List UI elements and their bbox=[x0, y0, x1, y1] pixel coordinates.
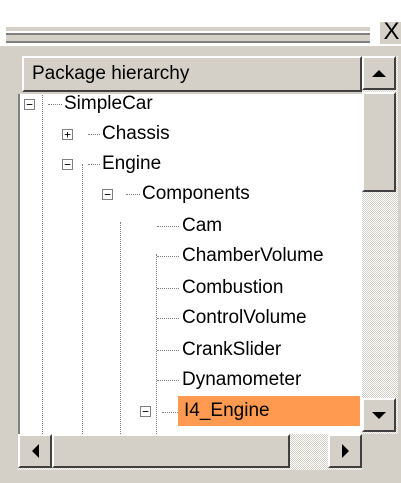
minus-box-icon[interactable]: − bbox=[140, 406, 151, 417]
scroll-left-button[interactable] bbox=[18, 434, 52, 468]
tree-node-chambervolume[interactable]: ChamberVolume bbox=[182, 241, 324, 271]
arrow-up-icon bbox=[372, 69, 386, 77]
tree-line bbox=[126, 194, 140, 195]
arrow-right-icon bbox=[341, 444, 349, 458]
tree-line bbox=[88, 134, 100, 135]
tree-node-combustion[interactable]: Combustion bbox=[182, 273, 283, 303]
tree-node-components[interactable]: Components bbox=[142, 179, 250, 209]
plus-box-icon[interactable]: + bbox=[62, 129, 73, 140]
tree-node-i4-engine-selected[interactable]: I4_Engine bbox=[178, 396, 360, 426]
tree-line bbox=[162, 412, 178, 413]
tree-line bbox=[157, 318, 179, 319]
scrollbar-corner bbox=[362, 434, 398, 470]
docked-pane-titlebar: X bbox=[0, 0, 401, 46]
scroll-right-button[interactable] bbox=[328, 434, 362, 468]
arrow-left-icon bbox=[31, 444, 39, 458]
tree-line bbox=[157, 256, 179, 257]
package-tree[interactable]: − + − − − SimpleCar Chassis Engine Compo… bbox=[18, 94, 364, 434]
tree-node-chassis[interactable]: Chassis bbox=[102, 119, 170, 149]
tree-line bbox=[88, 164, 100, 165]
close-button[interactable]: X bbox=[378, 20, 401, 44]
tree-node-crankslider[interactable]: CrankSlider bbox=[182, 335, 281, 365]
vertical-scroll-thumb[interactable] bbox=[362, 92, 396, 192]
tree-node-engine[interactable]: Engine bbox=[102, 149, 161, 179]
tree-line bbox=[157, 226, 179, 227]
vertical-scrollbar[interactable] bbox=[362, 56, 398, 434]
tree-line bbox=[157, 350, 179, 351]
tree-line bbox=[157, 380, 179, 381]
tree-line bbox=[120, 222, 121, 434]
close-icon: X bbox=[383, 18, 400, 45]
horizontal-scroll-thumb[interactable] bbox=[52, 434, 290, 468]
tree-line bbox=[157, 288, 179, 289]
tree-node-dynamometer[interactable]: Dynamometer bbox=[182, 365, 301, 395]
minus-box-icon[interactable]: − bbox=[24, 99, 35, 110]
tree-node-simplecar[interactable]: SimpleCar bbox=[64, 94, 153, 119]
tree-node-cam[interactable]: Cam bbox=[182, 211, 222, 241]
tree-line bbox=[42, 94, 43, 434]
horizontal-scrollbar[interactable] bbox=[18, 434, 362, 470]
minus-box-icon[interactable]: − bbox=[102, 189, 113, 200]
titlebar-grip[interactable] bbox=[6, 25, 370, 43]
panel-header: Package hierarchy bbox=[22, 56, 362, 92]
package-hierarchy-panel: Package hierarchy − + − − − SimpleCar Ch… bbox=[0, 46, 401, 483]
tree-line bbox=[48, 104, 62, 105]
minus-box-icon[interactable]: − bbox=[62, 159, 73, 170]
tree-node-controlvolume[interactable]: ControlVolume bbox=[182, 303, 307, 333]
scroll-down-button[interactable] bbox=[362, 398, 396, 432]
arrow-down-icon bbox=[372, 411, 386, 419]
tree-line bbox=[156, 254, 157, 434]
tree-line bbox=[82, 164, 83, 434]
scroll-up-button[interactable] bbox=[362, 56, 396, 90]
